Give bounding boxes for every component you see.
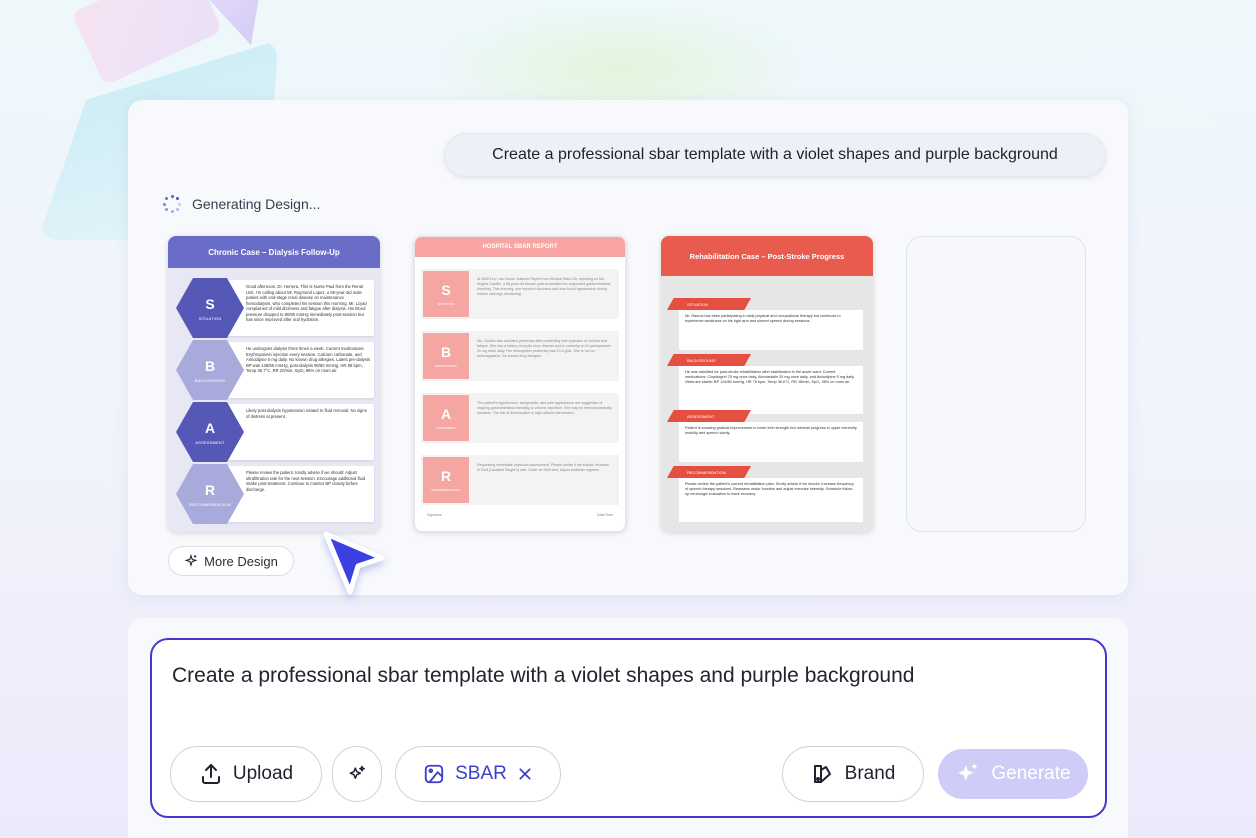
row-text: Ms. Castillo was admitted yesterday afte…: [477, 339, 611, 358]
sparkle-icon: [184, 554, 198, 567]
brand-label: Brand: [844, 763, 896, 784]
spinner-dot: [175, 197, 179, 201]
section-tag: ASSESSMENT: [667, 410, 751, 422]
row-letter: R: [204, 481, 216, 498]
row-label: SITUATION: [198, 315, 222, 321]
section-tag: BACKGROUND: [667, 354, 751, 366]
close-icon[interactable]: [517, 766, 533, 782]
row-letter: S: [441, 282, 451, 298]
row-label: ASSESSMENT: [195, 439, 225, 445]
design-thumbnail-2[interactable]: HOSPITAL SBAR REPORT S SITUATION At 0830 …: [414, 236, 626, 532]
spinner-dot: [178, 202, 181, 206]
sbar-row: A ASSESSMENT The patient's hypotension, t…: [421, 393, 619, 443]
sbar-template-chip[interactable]: SBAR: [395, 746, 561, 802]
row-letter: A: [204, 419, 216, 436]
brand-kit-icon: [813, 765, 831, 783]
prompt-bubble: Create a professional sbar template with…: [444, 133, 1106, 177]
row-letter: A: [440, 406, 452, 422]
generating-label: Generating Design...: [192, 196, 321, 212]
generating-status: Generating Design...: [162, 194, 320, 214]
generate-button[interactable]: Generate: [938, 749, 1088, 799]
section-tag: RECOMMENDATION: [667, 466, 751, 478]
row-label: BACKGROUND: [435, 364, 457, 368]
thumbnail-title: Chronic Case – Dialysis Follow-Up: [168, 236, 380, 268]
upload-icon: [201, 764, 220, 784]
sbar-row: Please review the patient. Kindly advise…: [176, 464, 374, 524]
sbar-row: R RECOMMENDATION Requesting immediate phy…: [421, 455, 619, 505]
generate-label: Generate: [991, 763, 1071, 784]
enhance-prompt-button[interactable]: [332, 746, 382, 802]
row-letter: S: [205, 295, 215, 312]
row-label: BACKGROUND: [194, 377, 226, 383]
section-text: Please review the patient's current reha…: [679, 478, 863, 522]
thumbnail-title: Rehabilitation Case – Post-Stroke Progre…: [661, 236, 873, 276]
sparkles-icon: [958, 763, 979, 781]
sbar-row: He undergoes dialysis three times a week…: [176, 340, 374, 400]
design-thumbnail-1[interactable]: Chronic Case – Dialysis Follow-Up Good a…: [168, 236, 380, 532]
letter-square: R RECOMMENDATION: [423, 457, 469, 503]
row-label: ASSESSMENT: [435, 426, 457, 430]
sparkles-icon: [349, 765, 365, 779]
thumbnail-footer: Signature Date/Time: [427, 513, 613, 517]
upload-label: Upload: [232, 763, 294, 784]
loading-spinner-icon: [1049, 375, 1069, 395]
pointer-cursor-icon: [323, 531, 385, 595]
sbar-row: Good afternoon, Dr. Herrera. This is Nur…: [176, 278, 374, 338]
row-text: The patient's hypotension, tachycardia, …: [477, 401, 612, 415]
spinner-dot: [175, 207, 179, 211]
spinner-dot: [170, 195, 174, 198]
design-thumbnail-loading: [906, 236, 1086, 532]
spinner-dot: [170, 210, 174, 213]
loading-spinner-icon: [162, 194, 182, 214]
brand-button[interactable]: Brand: [782, 746, 924, 802]
section-text: Mr. Ramos has been participating in dail…: [679, 310, 863, 350]
row-label: RECOMMENDATION: [431, 488, 461, 492]
thumbnail-title: HOSPITAL SBAR REPORT: [415, 237, 625, 257]
row-label: RECOMMENDATION: [189, 501, 231, 507]
sbar-row: B BACKGROUND Ms. Castillo was admitted ye…: [421, 331, 619, 381]
section-tag: SITUATION: [667, 298, 751, 310]
image-template-icon: [424, 764, 444, 784]
more-design-label: More Design: [204, 553, 278, 569]
spinner-dot: [163, 202, 166, 206]
sbar-row: Likely post-dialysis hypotension related…: [176, 402, 374, 462]
row-text: At 0830 hrs, I am Nurse Julianne Reyes f…: [477, 277, 611, 296]
sbar-row: S SITUATION At 0830 hrs, I am Nurse Julia…: [421, 269, 619, 319]
letter-square: S SITUATION: [423, 271, 469, 317]
row-letter: B: [204, 357, 216, 374]
section-text: He was admitted for post-stroke rehabili…: [679, 366, 863, 414]
spinner-dot: [165, 197, 169, 201]
prompt-input-box[interactable]: Create a professional sbar template with…: [150, 638, 1107, 818]
spinner-dot: [165, 207, 169, 211]
results-panel: Create a professional sbar template with…: [128, 100, 1128, 595]
row-text: Requesting immediate physician assessmen…: [477, 463, 610, 472]
row-label: SITUATION: [438, 302, 454, 306]
design-thumbnail-3[interactable]: Rehabilitation Case – Post-Stroke Progre…: [661, 236, 873, 532]
prompt-input[interactable]: Create a professional sbar template with…: [172, 664, 914, 688]
letter-square: A ASSESSMENT: [423, 395, 469, 441]
more-design-button[interactable]: More Design: [168, 546, 294, 576]
row-letter: B: [440, 344, 452, 360]
upload-button[interactable]: Upload: [170, 746, 322, 802]
datetime-label: Date/Time: [596, 513, 613, 517]
sbar-chip-label: SBAR: [455, 763, 507, 784]
letter-square: B BACKGROUND: [423, 333, 469, 379]
signature-label: Signature: [427, 513, 442, 517]
section-text: Patient is showing gradual improvement i…: [679, 422, 863, 462]
row-letter: R: [440, 468, 452, 484]
